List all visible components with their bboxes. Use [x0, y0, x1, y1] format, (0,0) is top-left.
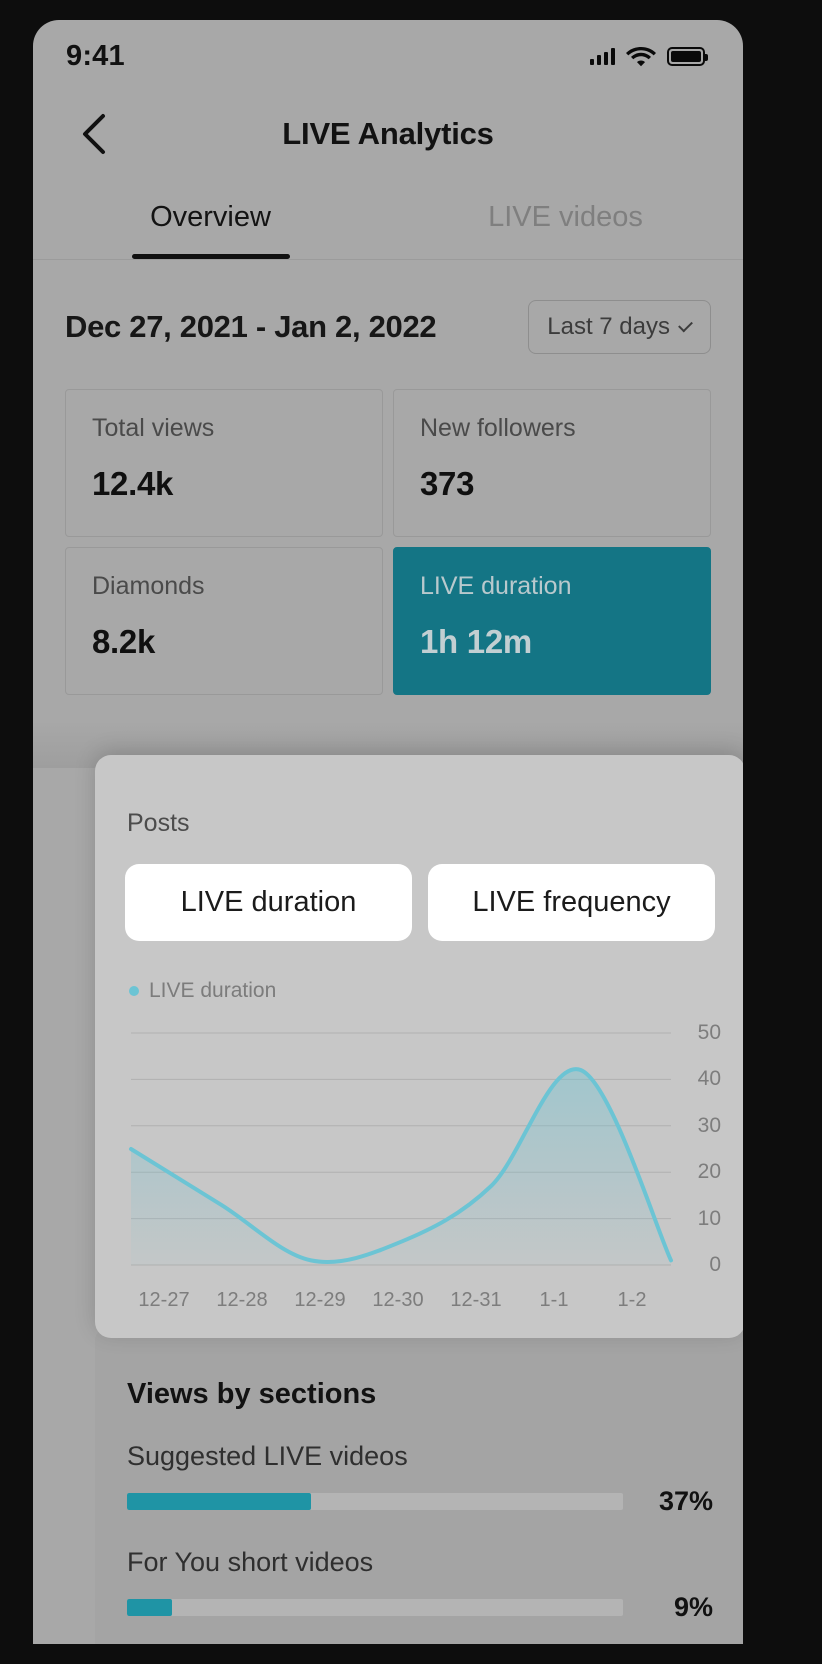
tab-overview[interactable]: Overview: [33, 176, 388, 259]
chart-y-tick: 30: [697, 1113, 721, 1137]
chart-x-tick: 12-29: [294, 1289, 346, 1311]
toggle-live-duration[interactable]: LIVE duration: [125, 864, 412, 941]
metric-grid: Total views 12.4k New followers 373 Diam…: [65, 389, 711, 695]
chart-y-tick: 50: [697, 1020, 721, 1044]
chart-x-tick: 12-28: [216, 1289, 268, 1311]
section-row-suggested-live-videos: Suggested LIVE videos 37%: [127, 1441, 713, 1517]
chart-x-tick: 1-2: [617, 1289, 647, 1311]
back-button[interactable]: [77, 112, 111, 156]
posts-chart-card: Posts LIVE duration LIVE frequency LIVE …: [95, 755, 743, 1338]
chart-x-tick: 12-30: [372, 1289, 424, 1311]
metric-card-new-followers[interactable]: New followers 373: [393, 389, 711, 537]
chart-metric-toggles: LIVE duration LIVE frequency: [125, 864, 715, 941]
nav-bar: LIVE Analytics: [33, 92, 743, 176]
metric-label: LIVE duration: [420, 572, 572, 600]
section-progress-fill: [127, 1599, 172, 1616]
section-bar-row: 9%: [127, 1592, 713, 1623]
chart-y-axis-labels: 0 10 20 30 40 50: [677, 1019, 721, 1277]
chart-plot-area: 0 10 20 30 40 50: [125, 1019, 721, 1277]
metric-card-total-views[interactable]: Total views 12.4k: [65, 389, 383, 537]
views-by-sections-card: Views by sections Suggested LIVE videos …: [95, 1330, 743, 1644]
chart-x-tick: 12-27: [138, 1289, 190, 1311]
chart-y-tick: 10: [697, 1206, 721, 1230]
date-range-label: Dec 27, 2021 - Jan 2, 2022: [65, 309, 437, 344]
page-title: LIVE Analytics: [282, 116, 494, 151]
status-bar-clock: 9:41: [66, 39, 125, 72]
metric-value: 12.4k: [92, 465, 174, 502]
range-picker-dropdown[interactable]: Last 7 days: [528, 300, 711, 354]
chart-x-tick: 1-1: [539, 1289, 569, 1311]
tab-bar: Overview LIVE videos: [33, 176, 743, 260]
section-name: Suggested LIVE videos: [127, 1441, 408, 1471]
chart-svg: [125, 1019, 715, 1277]
posts-label: Posts: [127, 809, 190, 837]
chart-y-tick: 20: [697, 1160, 721, 1184]
metric-value: 373: [420, 465, 475, 502]
metric-label: Diamonds: [92, 572, 205, 600]
section-row-for-you-short-videos: For You short videos 9%: [127, 1547, 713, 1623]
section-percent: 9%: [673, 1592, 713, 1622]
views-by-sections-title: Views by sections: [127, 1378, 377, 1410]
chevron-left-icon: [83, 114, 105, 154]
chart-y-tick: 40: [697, 1067, 721, 1091]
date-row: Dec 27, 2021 - Jan 2, 2022 Last 7 days: [65, 300, 711, 354]
section-bar-row: 37%: [127, 1486, 713, 1517]
tab-live-videos[interactable]: LIVE videos: [388, 176, 743, 259]
chevron-down-icon: [678, 317, 693, 333]
chart: LIVE duration 0 10 20 30 40 50 12-27 12-28 12-2…: [125, 979, 721, 1312]
metric-value: 8.2k: [92, 623, 156, 660]
range-picker-label: Last 7 days: [547, 313, 670, 340]
metric-label: Total views: [92, 414, 215, 442]
chart-x-tick: 12-31: [450, 1289, 502, 1311]
status-bar: 9:41: [33, 20, 743, 92]
section-progress-track: [127, 1493, 623, 1510]
section-progress-track: [127, 1599, 623, 1616]
wifi-icon: [626, 46, 656, 66]
section-progress-fill: [127, 1493, 311, 1510]
metric-card-live-duration[interactable]: LIVE duration 1h 12m: [393, 547, 711, 695]
metric-value: 1h 12m: [420, 623, 532, 660]
battery-icon: [667, 46, 708, 66]
chart-y-tick: 0: [709, 1253, 721, 1276]
summary-section: Dec 27, 2021 - Jan 2, 2022 Last 7 days T…: [33, 260, 743, 695]
section-percent: 37%: [658, 1486, 713, 1516]
chart-legend: LIVE duration: [125, 979, 715, 1003]
legend-dot-icon: [129, 986, 139, 996]
phone-screen: 9:41 LIVE Analytics Overview LIVE videos…: [33, 20, 743, 1644]
chart-x-axis-labels: 12-27 12-28 12-29 12-30 12-31 1-1 1-2: [125, 1289, 715, 1312]
status-bar-icons: [589, 46, 708, 67]
legend-label: LIVE duration: [149, 979, 277, 1002]
metric-label: New followers: [420, 414, 576, 442]
metric-card-diamonds[interactable]: Diamonds 8.2k: [65, 547, 383, 695]
section-name: For You short videos: [127, 1547, 374, 1577]
signal-bars-icon: [589, 47, 615, 65]
toggle-live-frequency[interactable]: LIVE frequency: [428, 864, 715, 941]
